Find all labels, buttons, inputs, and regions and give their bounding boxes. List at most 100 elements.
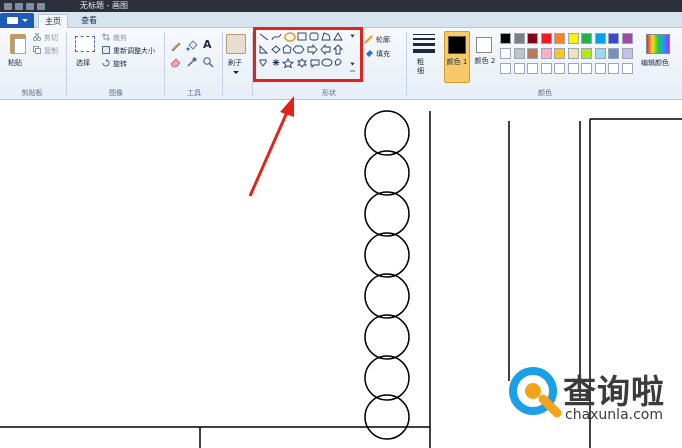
palette-swatch-empty[interactable] bbox=[513, 63, 525, 74]
drawn-circle bbox=[364, 394, 410, 440]
paste-button[interactable]: 粘贴 bbox=[8, 58, 22, 68]
palette-swatch[interactable] bbox=[527, 33, 538, 44]
file-menu-button[interactable] bbox=[0, 13, 34, 28]
clipboard-group-label: 剪贴板 bbox=[21, 89, 43, 97]
line-size-icon[interactable] bbox=[413, 34, 435, 56]
ribbon-tab-bar: 主页 查看 bbox=[0, 12, 682, 29]
file-menu-icon bbox=[7, 17, 18, 24]
crop-icon bbox=[102, 33, 110, 41]
drawn-circle bbox=[364, 232, 410, 278]
palette-swatch[interactable] bbox=[581, 48, 592, 59]
palette-swatch[interactable] bbox=[500, 33, 511, 44]
select-button[interactable]: 选择 bbox=[76, 58, 90, 68]
colors-group-label: 颜色 bbox=[538, 89, 552, 97]
palette-swatch-empty[interactable] bbox=[621, 63, 633, 74]
color1-label: 颜色 1 bbox=[446, 58, 468, 66]
tab-home[interactable]: 主页 bbox=[38, 14, 68, 29]
palette-swatch-empty[interactable] bbox=[608, 63, 619, 74]
fill-icon bbox=[366, 50, 373, 57]
quick-access-toolbar bbox=[4, 2, 56, 10]
palette-swatch[interactable] bbox=[554, 48, 565, 59]
shapes-group-label: 形状 bbox=[322, 89, 336, 97]
chevron-down-icon bbox=[22, 19, 28, 22]
group-divider bbox=[164, 32, 165, 96]
palette-swatch-empty[interactable] bbox=[567, 63, 579, 74]
copy-icon bbox=[33, 46, 41, 54]
watermark-logo-icon bbox=[509, 367, 562, 418]
select-icon[interactable] bbox=[75, 36, 95, 52]
drawn-circle bbox=[364, 273, 410, 319]
drawn-circle bbox=[364, 191, 410, 237]
paint-window: 无标题 - 画图 主页 查看 粘贴 剪切 复制 剪贴板 选择 裁剪 重新调整大小… bbox=[0, 0, 682, 448]
palette-swatch[interactable] bbox=[621, 48, 633, 59]
palette-swatch[interactable] bbox=[581, 33, 592, 44]
group-divider bbox=[66, 32, 67, 96]
outline-dropdown[interactable]: 轮廓 bbox=[376, 35, 390, 45]
palette-swatch[interactable] bbox=[513, 48, 525, 59]
color2-button[interactable]: 颜色 2 bbox=[472, 31, 498, 83]
cut-button[interactable]: 剪切 bbox=[44, 33, 58, 43]
palette-swatch[interactable] bbox=[594, 33, 606, 44]
copy-button[interactable]: 复制 bbox=[44, 46, 58, 56]
tools-group-label: 工具 bbox=[187, 89, 201, 97]
palette-swatch[interactable] bbox=[567, 48, 579, 59]
rotate-button[interactable]: 旋转 bbox=[113, 59, 127, 69]
fill-bucket-icon[interactable] bbox=[186, 40, 198, 52]
watermark-url: chaxunla.com bbox=[565, 407, 663, 423]
group-divider bbox=[222, 32, 223, 96]
drawn-circle bbox=[364, 355, 410, 401]
watermark-text: 查询啦 bbox=[563, 372, 665, 411]
palette-swatch-empty[interactable] bbox=[540, 63, 552, 74]
paste-icon[interactable] bbox=[10, 34, 26, 54]
scissors-icon bbox=[33, 33, 41, 41]
crop-button[interactable]: 裁剪 bbox=[113, 33, 127, 43]
palette-swatch[interactable] bbox=[621, 33, 633, 44]
shapes-highlight-box bbox=[253, 27, 363, 82]
color-picker-icon[interactable] bbox=[186, 56, 198, 68]
palette-swatch-empty[interactable] bbox=[581, 63, 592, 74]
text-tool-icon[interactable]: A bbox=[203, 38, 212, 51]
palette-swatch-empty[interactable] bbox=[500, 63, 511, 74]
palette-swatch[interactable] bbox=[567, 33, 579, 44]
edit-colors-button[interactable]: 编辑颜色 bbox=[641, 58, 669, 68]
palette-swatch[interactable] bbox=[513, 33, 525, 44]
palette-swatch[interactable] bbox=[608, 33, 619, 44]
palette-swatch[interactable] bbox=[527, 48, 538, 59]
group-divider bbox=[406, 32, 407, 96]
palette-swatch[interactable] bbox=[608, 48, 619, 59]
brushes-button[interactable]: 刷子 bbox=[228, 58, 242, 68]
undo-icon[interactable] bbox=[26, 3, 34, 10]
drawn-circle bbox=[364, 110, 410, 156]
brush-icon[interactable] bbox=[226, 34, 246, 54]
palette-swatch-empty[interactable] bbox=[594, 63, 606, 74]
fill-dropdown[interactable]: 填充 bbox=[376, 49, 390, 59]
app-menu-icon[interactable] bbox=[4, 3, 12, 10]
edit-colors-icon[interactable] bbox=[646, 34, 670, 54]
resize-button[interactable]: 重新调整大小 bbox=[113, 46, 155, 56]
rotate-icon bbox=[102, 59, 110, 67]
chevron-down-icon bbox=[233, 71, 239, 74]
color2-swatch bbox=[476, 37, 492, 53]
palette-swatch[interactable] bbox=[554, 33, 565, 44]
save-icon[interactable] bbox=[15, 3, 23, 10]
magnifier-icon[interactable] bbox=[202, 56, 214, 68]
pencil-icon[interactable] bbox=[170, 40, 182, 52]
title-bar: 无标题 - 画图 bbox=[0, 0, 682, 12]
palette-swatch[interactable] bbox=[540, 33, 552, 44]
palette-swatch[interactable] bbox=[540, 48, 552, 59]
color2-label: 颜色 2 bbox=[474, 57, 496, 65]
palette-swatch-empty[interactable] bbox=[554, 63, 565, 74]
outline-icon bbox=[364, 35, 373, 44]
redo-icon[interactable] bbox=[37, 3, 45, 10]
tab-view[interactable]: 查看 bbox=[74, 14, 104, 29]
palette-swatch[interactable] bbox=[500, 48, 511, 59]
color1-button[interactable]: 颜色 1 bbox=[444, 31, 470, 83]
palette-swatch[interactable] bbox=[594, 48, 606, 59]
resize-icon bbox=[102, 46, 110, 54]
eraser-icon[interactable] bbox=[170, 56, 182, 68]
image-group-label: 图像 bbox=[109, 89, 123, 97]
palette-swatch-empty[interactable] bbox=[527, 63, 538, 74]
line-size-button[interactable]: 粗细 bbox=[417, 58, 427, 76]
color1-swatch bbox=[448, 36, 466, 54]
drawn-circle bbox=[364, 314, 410, 360]
